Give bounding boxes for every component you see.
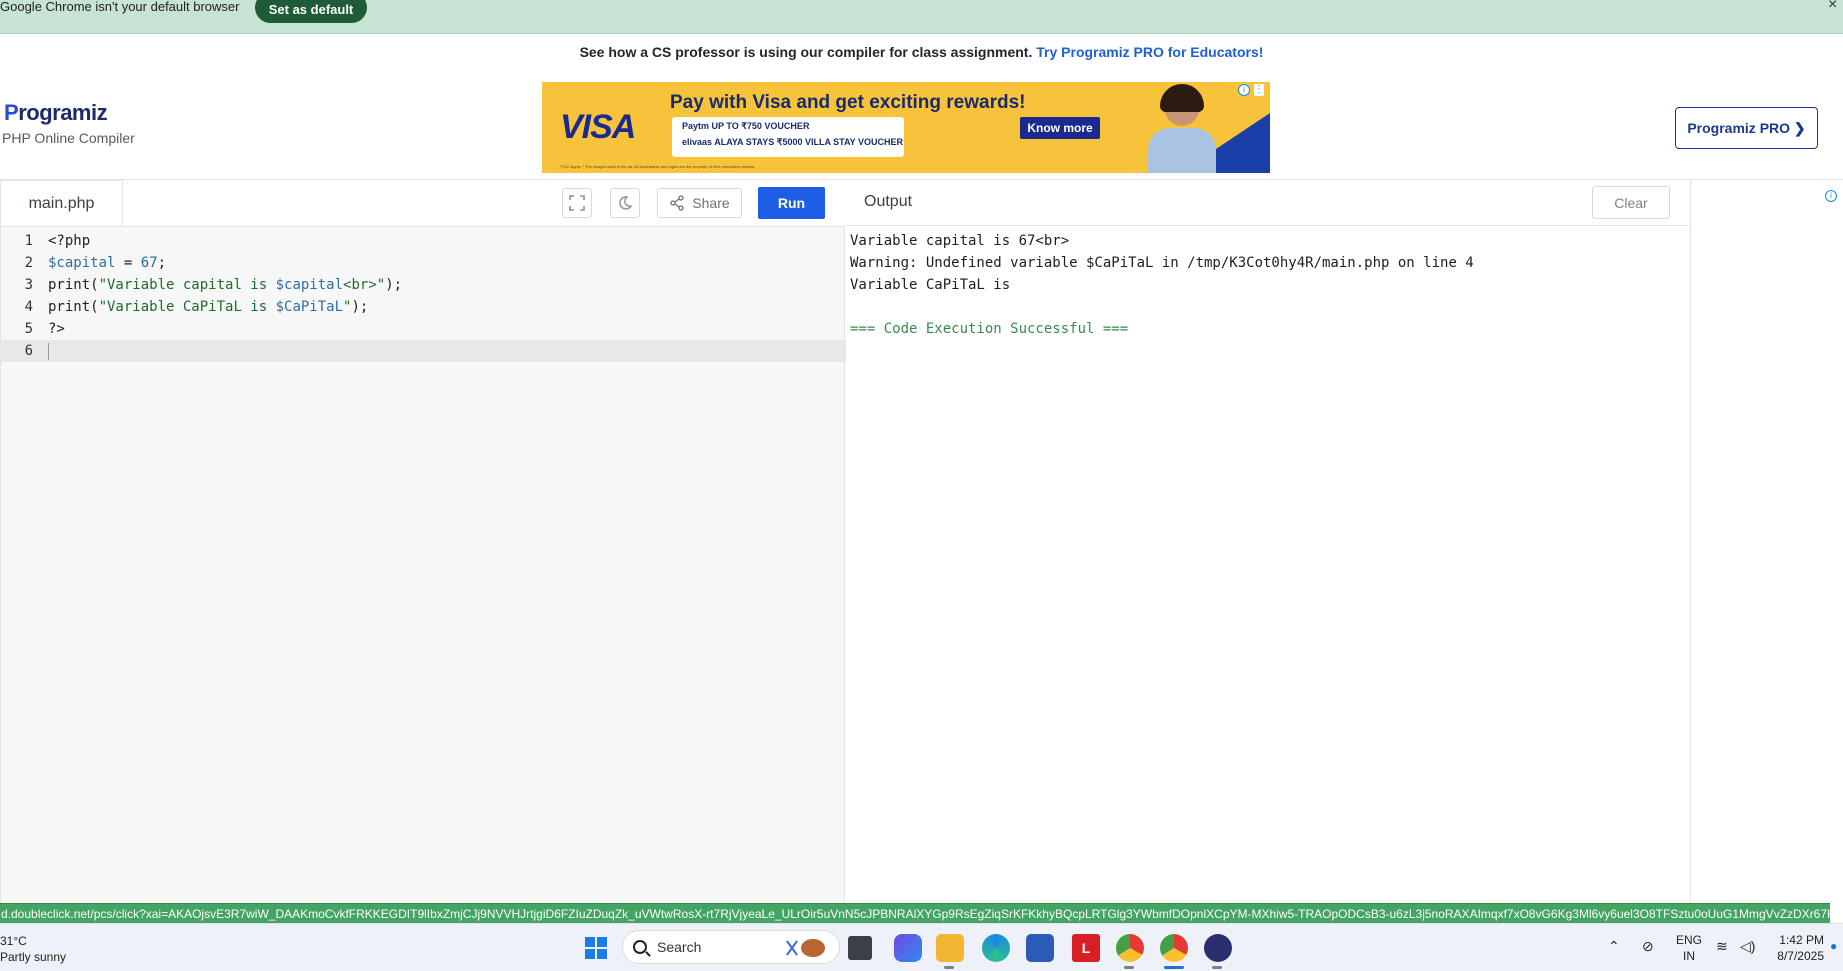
default-browser-infobar: Google Chrome isn't your default browser… — [0, 0, 1843, 34]
weather-widget[interactable]: 31°C Partly sunny — [0, 933, 66, 965]
taskbar-search-input[interactable]: Search — [622, 930, 840, 964]
weather-temp: 31°C — [0, 934, 27, 948]
line-number: 1 — [24, 233, 33, 249]
visa-logo: VISA — [560, 108, 636, 146]
file-manager-icon[interactable] — [848, 936, 872, 960]
active-indicator — [944, 966, 954, 969]
share-label: Share — [692, 195, 730, 211]
share-icon — [670, 195, 684, 211]
ad-offer-2: elivaas ALAYA STAYS ₹5000 VILLA STAY VOU… — [682, 137, 903, 147]
ad-offer-box: Paytm UP TO ₹750 VOUCHER elivaas ALAYA S… — [672, 117, 904, 157]
code-line[interactable]: 2 $capital = 67; — [1, 252, 846, 274]
eclipse-icon[interactable] — [1204, 934, 1232, 962]
code-text[interactable]: print("Variable CaPiTaL is $CaPiTaL"); — [48, 296, 368, 318]
line-number: 4 — [24, 299, 33, 315]
search-label: Search — [657, 939, 702, 955]
wifi-icon[interactable]: ≋ — [1716, 938, 1728, 954]
active-indicator — [1124, 966, 1134, 969]
lang-code: ENG — [1676, 933, 1703, 947]
code-line[interactable]: 5 ?> — [1, 318, 846, 340]
code-line[interactable]: 4 print("Variable CaPiTaL is $CaPiTaL"); — [1, 296, 846, 318]
promo-text: See how a CS professor is using our comp… — [579, 44, 1033, 60]
active-indicator — [1212, 966, 1222, 969]
code-line[interactable]: 6 — [1, 340, 846, 362]
page-subtitle: PHP Online Compiler — [2, 130, 135, 146]
weather-desc: Partly sunny — [0, 950, 67, 964]
output-line: === Code Execution Successful === — [850, 321, 1129, 337]
windows-start-icon[interactable] — [585, 937, 607, 959]
output-line: Variable capital is 67<br> — [850, 233, 1070, 249]
ad-model-image — [1142, 84, 1222, 173]
promo-banner: See how a CS professor is using our comp… — [0, 44, 1843, 60]
app-l-icon[interactable]: L — [1072, 934, 1100, 962]
chrome-icon[interactable] — [1116, 934, 1144, 962]
run-button[interactable]: Run — [758, 187, 825, 219]
fullscreen-icon[interactable] — [562, 188, 592, 218]
ad-know-more-button[interactable]: Know more — [1020, 117, 1100, 139]
code-line[interactable]: 3 print("Variable capital is $capital<br>… — [1, 274, 846, 296]
lang-region: IN — [1683, 949, 1695, 963]
set-as-default-button[interactable]: Set as default — [255, 0, 367, 23]
text-cursor — [48, 343, 49, 360]
search-icon — [633, 940, 647, 954]
logo-letter: P — [4, 100, 19, 125]
clock[interactable]: 1:42 PM 8/7/2025 — [1772, 932, 1824, 964]
dark-mode-icon[interactable] — [610, 188, 640, 218]
ad-fine-print: *T&C Apply. * The images used in the ad.… — [560, 164, 756, 169]
active-indicator — [1164, 966, 1184, 969]
network-off-icon[interactable]: ⊘ — [1642, 938, 1654, 954]
output-header: Output Clear — [846, 180, 1691, 226]
output-line: Variable CaPiTaL is — [850, 277, 1011, 293]
line-number: 2 — [24, 255, 33, 271]
search-highlight-icon — [786, 939, 825, 957]
code-line[interactable]: 1 <?php — [1, 230, 846, 252]
ad-offer-1: Paytm UP TO ₹750 VOUCHER — [682, 121, 810, 131]
code-text[interactable]: $capital = 67; — [48, 252, 166, 274]
adchoices-icon[interactable]: i — [1238, 84, 1250, 96]
programiz-logo[interactable]: Programiz PHP Online Compiler — [2, 100, 135, 146]
code-editor[interactable]: 1 <?php 2 $capital = 67; 3 print("Variable ca… — [0, 227, 846, 905]
tab-main-php[interactable]: main.php — [0, 180, 123, 226]
close-icon[interactable]: × — [1828, 0, 1837, 14]
line-number: 5 — [24, 321, 33, 337]
copilot-icon[interactable] — [894, 934, 922, 962]
ad-headline: Pay with Visa and get exciting rewards! — [670, 92, 1026, 113]
line-number: 6 — [24, 343, 33, 359]
folder-icon[interactable] — [936, 934, 964, 962]
clock-time: 1:42 PM — [1779, 933, 1824, 947]
windows-taskbar: 31°C Partly sunny Search L ⌃ ⊘ ENG IN ≋ … — [0, 923, 1843, 971]
code-text[interactable]: ?> — [48, 318, 65, 340]
output-line: Warning: Undefined variable $CaPiTaL in … — [850, 255, 1474, 271]
code-text[interactable]: print("Variable capital is $capital<br>"… — [48, 274, 402, 296]
info-icon[interactable]: i — [1825, 190, 1837, 202]
status-url: d.doubleclick.net/pcs/click?xai=AKAOjsvE… — [0, 903, 1830, 923]
language-indicator[interactable]: ENG IN — [1676, 932, 1702, 964]
output-panel: Variable capital is 67<br> Warning: Undef… — [846, 227, 1691, 905]
clear-button[interactable]: Clear — [1592, 186, 1670, 219]
share-button[interactable]: Share — [657, 188, 742, 218]
ad-menu-icon[interactable]: ⋮ — [1254, 84, 1264, 96]
line-number: 3 — [24, 277, 33, 293]
output-title: Output — [864, 193, 913, 210]
notification-icon[interactable]: ● — [1830, 938, 1837, 954]
chevron-up-icon[interactable]: ⌃ — [1608, 938, 1620, 954]
edge-icon[interactable] — [982, 934, 1010, 962]
clock-date: 8/7/2025 — [1777, 949, 1824, 963]
logo-wordmark: rogramiz — [18, 100, 108, 125]
ad-banner[interactable]: VISA Pay with Visa and get exciting rewa… — [542, 82, 1270, 173]
store-icon[interactable] — [1026, 934, 1054, 962]
code-text[interactable]: <?php — [48, 230, 90, 252]
promo-link[interactable]: Try Programiz PRO for Educators! — [1036, 44, 1263, 60]
infobar-message: Google Chrome isn't your default browser — [0, 0, 240, 14]
volume-icon[interactable]: ◁) — [1740, 938, 1755, 954]
programiz-pro-button[interactable]: Programiz PRO ❯ — [1675, 107, 1818, 149]
chrome-profile-icon[interactable] — [1160, 934, 1188, 962]
